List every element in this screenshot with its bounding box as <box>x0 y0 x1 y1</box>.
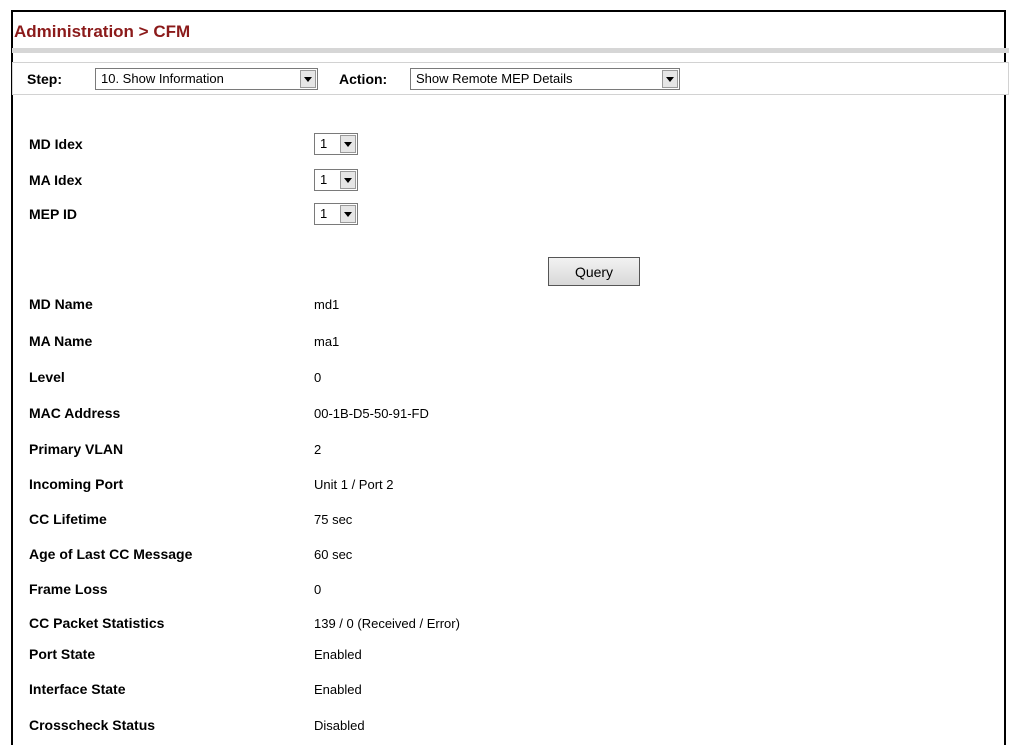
chevron-down-icon[interactable] <box>340 205 356 223</box>
level-label: Level <box>29 369 65 385</box>
interface-state-value: Enabled <box>314 682 362 697</box>
cc-lifetime-label: CC Lifetime <box>29 511 107 527</box>
md-index-value: 1 <box>320 136 328 151</box>
port-state-value: Enabled <box>314 647 362 662</box>
mac-address-label: MAC Address <box>29 405 121 421</box>
mep-id-value: 1 <box>320 206 328 221</box>
incoming-port-value: Unit 1 / Port 2 <box>314 477 394 492</box>
incoming-port-label: Incoming Port <box>29 476 124 492</box>
step-select[interactable]: 10. Show Information <box>95 68 318 90</box>
crosscheck-status-value: Disabled <box>314 718 365 733</box>
mep-id-label: MEP ID <box>29 206 77 222</box>
cc-packet-stats-label: CC Packet Statistics <box>29 615 165 631</box>
mep-id-select[interactable]: 1 <box>314 203 358 225</box>
page-title: Administration > CFM <box>14 22 191 41</box>
md-index-label: MD Idex <box>29 136 83 152</box>
chevron-down-icon[interactable] <box>340 171 356 189</box>
action-select-value: Show Remote MEP Details <box>416 71 573 86</box>
frame-loss-value: 0 <box>314 582 322 597</box>
ma-index-select[interactable]: 1 <box>314 169 358 191</box>
chevron-down-icon[interactable] <box>340 135 356 153</box>
step-select-value: 10. Show Information <box>101 71 224 86</box>
mac-address-value: 00-1B-D5-50-91-FD <box>314 406 429 421</box>
age-last-cc-label: Age of Last CC Message <box>29 546 193 562</box>
port-state-label: Port State <box>29 646 96 662</box>
md-index-select[interactable]: 1 <box>314 133 358 155</box>
step-label: Step: <box>27 71 62 87</box>
primary-vlan-label: Primary VLAN <box>29 441 124 457</box>
ma-name-label: MA Name <box>29 333 93 349</box>
cc-packet-stats-value: 139 / 0 (Received / Error) <box>314 616 460 631</box>
cc-lifetime-value: 75 sec <box>314 512 353 527</box>
action-select[interactable]: Show Remote MEP Details <box>410 68 680 90</box>
ma-index-value: 1 <box>320 172 328 187</box>
chevron-down-icon[interactable] <box>662 70 678 88</box>
crosscheck-status-label: Crosscheck Status <box>29 717 156 733</box>
content-frame <box>11 10 1006 745</box>
primary-vlan-value: 2 <box>314 442 322 457</box>
md-name-label: MD Name <box>29 296 93 312</box>
query-button[interactable]: Query <box>548 257 640 286</box>
title-divider <box>12 48 1009 53</box>
level-value: 0 <box>314 370 322 385</box>
ma-index-label: MA Idex <box>29 172 83 188</box>
interface-state-label: Interface State <box>29 681 126 697</box>
ma-name-value: ma1 <box>314 334 340 349</box>
md-name-value: md1 <box>314 297 340 312</box>
frame-loss-label: Frame Loss <box>29 581 108 597</box>
chevron-down-icon[interactable] <box>300 70 316 88</box>
action-label: Action: <box>339 71 388 87</box>
age-last-cc-value: 60 sec <box>314 547 353 562</box>
